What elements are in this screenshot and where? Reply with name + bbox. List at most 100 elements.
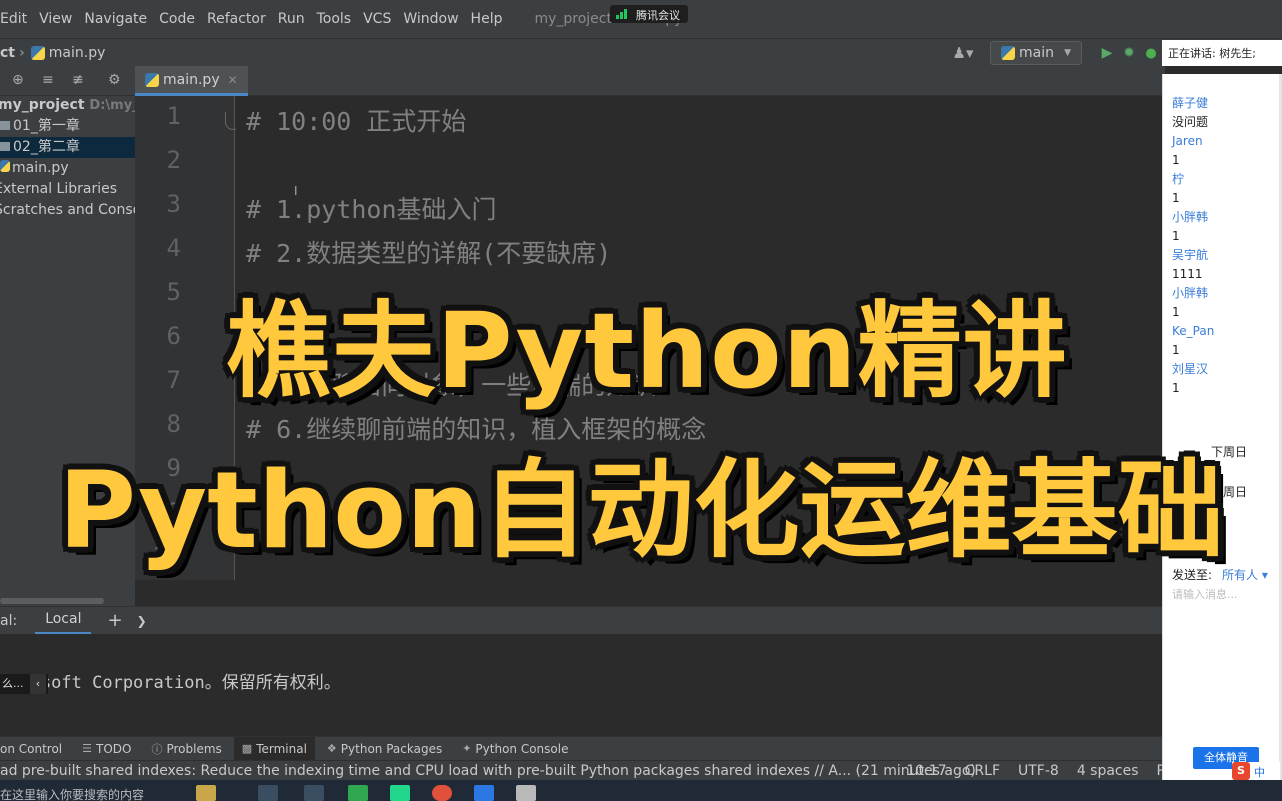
code-line: # 10:00 正式开始 — [246, 107, 467, 136]
packages-icon: ❖ — [326, 742, 337, 755]
add-icon[interactable]: + — [107, 610, 122, 631]
tree-item-chapter-1[interactable]: 01_第一章 — [0, 116, 135, 137]
editor-bottom-area — [135, 580, 1165, 606]
tool-python-console[interactable]: ✦ Python Console — [462, 742, 568, 756]
tree-item-scratches[interactable]: Scratches and Consoles — [0, 200, 135, 221]
breadcrumb-file[interactable]: main.py — [30, 45, 105, 61]
terminal-output[interactable]: icrosoft Corporation。保留所有权利。 么... ‹ — [0, 634, 1165, 736]
chat-message: 1 — [1172, 191, 1180, 205]
chat-message: 1 — [1172, 229, 1180, 243]
tool-version-control[interactable]: on Control — [0, 742, 62, 756]
tool-todo[interactable]: ☰ TODO — [82, 742, 131, 756]
menu-help[interactable]: Help — [465, 11, 509, 27]
menu-window[interactable]: Window — [397, 11, 464, 27]
chat-sender: 小胖韩 — [1172, 210, 1209, 224]
terminal-tab-local[interactable]: Local — [35, 607, 92, 635]
line-number: 2 — [166, 146, 181, 174]
code-line: # 1.python基础入门 — [246, 195, 497, 224]
menu-run[interactable]: Run — [272, 11, 311, 27]
locate-icon[interactable]: ⊕ — [12, 72, 24, 88]
microphone-icon: ● — [1145, 45, 1157, 61]
tool-python-packages[interactable]: ❖ Python Packages — [327, 742, 442, 756]
taskbar-app-icon[interactable] — [474, 785, 494, 801]
menu-code[interactable]: Code — [153, 11, 201, 27]
wechat-icon[interactable] — [348, 785, 368, 801]
caret-position[interactable]: 10:17 — [906, 763, 946, 779]
gear-icon[interactable]: ⚙ — [108, 72, 121, 88]
terminal-icon: ▩ — [241, 742, 253, 755]
run-configuration-select[interactable]: main ▼ — [990, 41, 1082, 65]
pycharm-icon[interactable] — [390, 785, 410, 801]
overlay-title-line-1: 樵夫Python精讲 — [226, 290, 1068, 412]
tree-item-chapter-2[interactable]: 02_第二章 — [0, 137, 135, 158]
sogou-ime-icon: S — [1232, 762, 1250, 780]
project-scrollbar[interactable] — [0, 596, 135, 606]
menu-vcs[interactable]: VCS — [357, 11, 397, 27]
taskbar-app-icon[interactable] — [516, 785, 536, 801]
editor-tab-label: main.py — [163, 71, 220, 88]
tree-item-main-py[interactable]: main.py — [0, 158, 135, 179]
line-number: 3 — [166, 190, 181, 218]
chat-sender: 吴宇航 — [1172, 248, 1209, 262]
tool-window-bar: on Control ☰ TODO ⓘ Problems ▩ Terminal ❖ Py… — [0, 736, 1165, 761]
speaking-indicator: 正在讲话: 树先生; — [1162, 40, 1282, 66]
line-separator[interactable]: CRLF — [965, 763, 1000, 779]
terminal-popup[interactable]: 么... ‹ — [0, 674, 48, 694]
chevron-down-icon[interactable]: ❯ — [137, 614, 147, 628]
project-toolbar: ⊕ ≡ ≢ ⚙ — [0, 66, 135, 96]
tool-problems[interactable]: ⓘ Problems — [151, 741, 221, 757]
ime-indicator[interactable]: S 中 — [1232, 762, 1280, 780]
editor-tab-main-py[interactable]: main.py ✕ — [135, 66, 248, 96]
navigation-bar: ct › main.py ♟▾ main ▼ ▶ ✹ ● 正在讲话: 树先生; — [0, 38, 1282, 66]
taskbar-search[interactable]: 在这里输入你要搜索的内容 — [0, 786, 144, 801]
menu-refactor[interactable]: Refactor — [201, 11, 272, 27]
user-icon[interactable]: ♟▾ — [948, 44, 978, 62]
line-number: 1 — [166, 102, 181, 130]
close-icon[interactable]: ✕ — [228, 73, 238, 87]
code-line: # 2.数据类型的详解(不要缺席) — [246, 239, 612, 268]
breadcrumb-project[interactable]: ct › — [0, 45, 31, 61]
python-file-icon — [30, 45, 45, 60]
run-icon[interactable]: ▶ — [1096, 45, 1118, 61]
tree-item-external-libraries[interactable]: External Libraries — [0, 179, 135, 200]
menu-edit[interactable]: Edit — [0, 11, 33, 27]
status-bar: ad pre-built shared indexes: Reduce the … — [0, 760, 1165, 780]
terminal-popup-text: 么... — [2, 677, 24, 690]
taskbar-app-icon[interactable] — [304, 785, 324, 801]
editor-tab-bar: main.py ✕ — [135, 66, 1165, 96]
tree-item-project-root[interactable]: my_project D:\my_pr — [0, 96, 135, 116]
tool-terminal[interactable]: ▩ Terminal — [233, 736, 315, 761]
expand-all-icon[interactable]: ≡ — [42, 72, 54, 88]
status-message[interactable]: ad pre-built shared indexes: Reduce the … — [0, 763, 976, 779]
chat-message: 没问题 — [1172, 115, 1209, 129]
chat-message: 1 — [1172, 153, 1180, 167]
chat-input[interactable]: 请输入消息... — [1172, 586, 1238, 602]
collapse-all-icon[interactable]: ≢ — [72, 72, 84, 88]
terminal-header: al: Local + ❯ — [0, 606, 1165, 635]
chat-sender: 柠 — [1172, 172, 1185, 186]
file-encoding[interactable]: UTF-8 — [1018, 763, 1059, 779]
debug-icon[interactable]: ✹ — [1118, 45, 1140, 61]
menu-view[interactable]: View — [33, 11, 78, 27]
indent-setting[interactable]: 4 spaces — [1077, 763, 1139, 779]
problems-icon: ⓘ — [151, 742, 163, 756]
taskbar-app-icon[interactable] — [196, 785, 216, 801]
chevron-down-icon: ▼ — [1064, 48, 1071, 58]
chevron-left-icon[interactable]: ‹ — [30, 674, 46, 694]
overlay-title-line-2: Python自动化运维基础 — [58, 449, 1224, 572]
meeting-app-name: 腾讯会议 — [636, 9, 680, 22]
taskbar-app-icon[interactable] — [258, 785, 278, 801]
terminal-line: icrosoft Corporation。保留所有权利。 — [0, 673, 341, 693]
folder-icon — [0, 121, 10, 130]
chrome-icon[interactable] — [432, 785, 452, 801]
menu-navigate[interactable]: Navigate — [78, 11, 153, 27]
chat-sender: Jaren — [1172, 134, 1203, 148]
menu-tools[interactable]: Tools — [311, 11, 358, 27]
meeting-indicator[interactable]: 腾讯会议 — [610, 5, 688, 23]
ime-mode-label: 中 — [1254, 766, 1265, 779]
signal-bars-icon — [616, 9, 630, 19]
folder-icon — [0, 142, 10, 151]
python-console-icon: ✦ — [462, 742, 472, 755]
python-file-icon — [145, 72, 159, 87]
python-icon — [1001, 46, 1015, 60]
